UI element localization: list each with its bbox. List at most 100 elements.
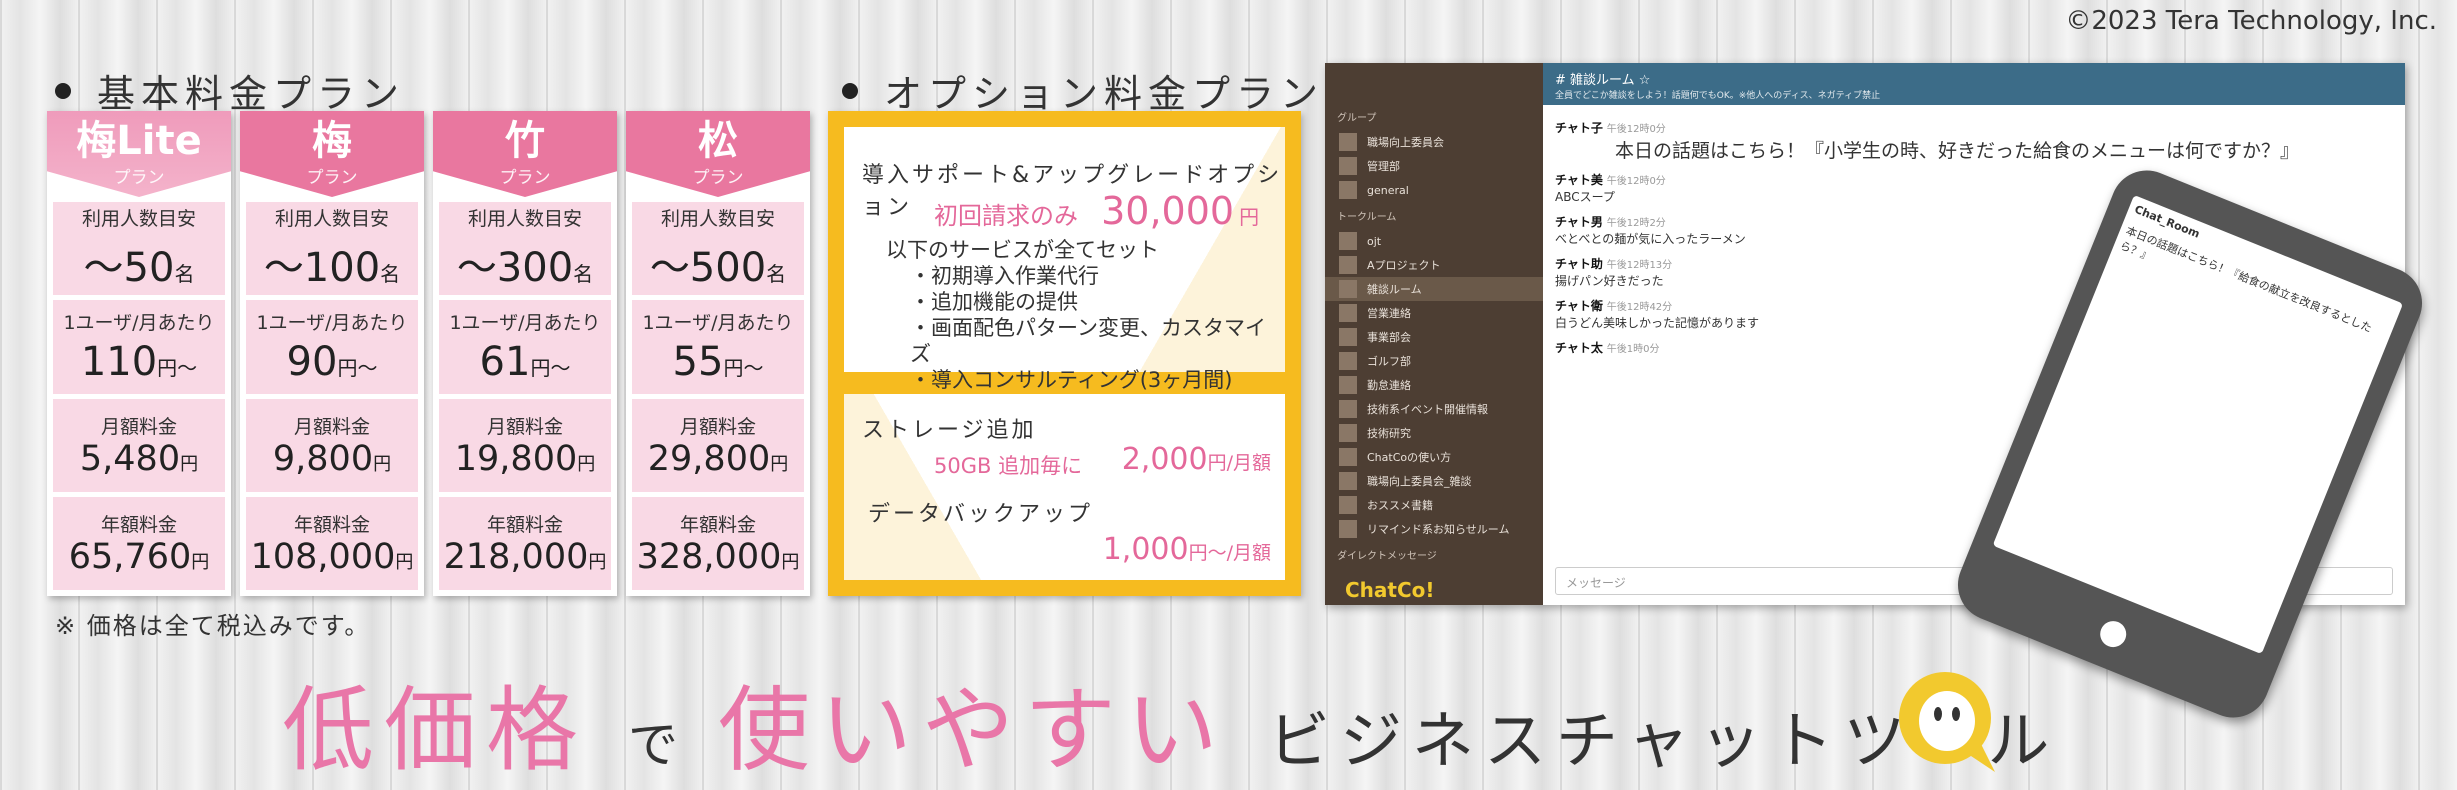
avatar (1339, 232, 1357, 250)
yearly-cell: 年額料金 218,000円 (439, 496, 611, 590)
avatar (1339, 328, 1357, 346)
monthly-cell: 月額料金 9,800円 (246, 398, 418, 492)
sidebar-item[interactable]: 営業連絡 (1325, 301, 1543, 325)
yearly-price: 218,000 (443, 536, 589, 577)
sidebar-item[interactable]: 事業部会 (1325, 325, 1543, 349)
sidebar-dm-label: ダイレクトメッセージ (1337, 551, 1437, 562)
support-price-row: 初回請求のみ 30,000 円 (934, 189, 1260, 233)
plan-header: 梅 プラン (240, 111, 424, 197)
plan-ume-lite: 梅Lite プラン 利用人数目安 ～50名 1ユーザ/月あたり 110円〜 月額料金… (47, 111, 231, 596)
list-item: ・導入コンサルティング(3ヶ月間) (910, 368, 1233, 392)
sidebar: グループ 職場向上委員会 管理部 general トークルーム ojt Aプロジ… (1325, 63, 1543, 605)
sidebar-item[interactable]: 管理部 (1325, 154, 1543, 178)
monthly-cell: 月額料金 5,480円 (53, 398, 225, 492)
users-cell: 利用人数目安 ～500名 (632, 202, 804, 296)
users-cell: 利用人数目安 ～100名 (246, 202, 418, 296)
users-cell: 利用人数目安 ～50名 (53, 202, 225, 296)
users-value: ～50 (83, 245, 175, 292)
tax-note: ※ 価格は全て税込みです。 (55, 612, 371, 640)
backup-title: データバックアップ (868, 502, 1094, 527)
unit-price: 61 (479, 339, 531, 386)
monthly-cell: 月額料金 19,800円 (439, 398, 611, 492)
sidebar-item[interactable]: 技術系イベント開催情報 (1325, 397, 1543, 421)
backup-price: 1,000 (1102, 532, 1189, 567)
sidebar-item-selected[interactable]: 雑談ルーム (1325, 277, 1543, 301)
sidebar-item[interactable]: 職場向上委員会_雑談 (1325, 469, 1543, 493)
support-price: 30,000 (1101, 189, 1235, 233)
plan-name: 竹 (505, 118, 545, 164)
avatar (1339, 157, 1357, 175)
plan-name: 梅 (312, 118, 352, 164)
unit-price: 110 (80, 339, 158, 386)
plan-matsu: 松 プラン 利用人数目安 ～500名 1ユーザ/月あたり 55円〜 月額料金 29,8… (626, 111, 810, 596)
sidebar-item[interactable]: 勤怠連絡 (1325, 373, 1543, 397)
sidebar-item[interactable]: ChatCoの使い方 (1325, 445, 1543, 469)
tagline-low-price: 低価格 (282, 677, 589, 784)
yearly-cell: 年額料金 328,000円 (632, 496, 804, 590)
list-item: ・初期導入作業代行 (910, 264, 1099, 288)
sidebar-item[interactable]: リマインド系お知らせルーム (1325, 517, 1543, 541)
plan-sub: プラン (692, 168, 744, 188)
avatar (1339, 448, 1357, 466)
yearly-price: 65,760 (68, 536, 192, 577)
sidebar-talkroom-label: トークルーム (1337, 212, 1397, 223)
basic-plan-title: 基本料金プラン (55, 63, 405, 118)
bullet-icon (55, 82, 71, 99)
plan-sub: プラン (306, 168, 358, 188)
monthly-price: 9,800 (272, 438, 374, 479)
unit-price: 90 (286, 339, 338, 386)
sidebar-item[interactable]: おススメ書籍 (1325, 493, 1543, 517)
users-value: ～500 (649, 245, 767, 292)
storage-title: ストレージ追加 (862, 418, 1037, 443)
users-cell: 利用人数目安 ～300名 (439, 202, 611, 296)
plan-sub: プラン (499, 168, 551, 188)
avatar (1339, 181, 1357, 199)
sidebar-group-label: グループ (1337, 113, 1377, 124)
plan-ume: 梅 プラン 利用人数目安 ～100名 1ユーザ/月あたり 90円〜 月額料金 9,80… (240, 111, 424, 596)
channel-header: # 雑談ルーム ☆ 全員でどこか雑談をしよう！話題何でもOK。※他人へのディス、… (1543, 63, 2405, 105)
sidebar-item[interactable]: general (1325, 178, 1543, 202)
monthly-cell: 月額料金 29,800円 (632, 398, 804, 492)
sidebar-item[interactable]: Aプロジェクト (1325, 253, 1543, 277)
monthly-price: 19,800 (454, 438, 578, 479)
tagline-easy: 使いやすい (718, 677, 1229, 784)
unit-price-cell: 1ユーザ/月あたり 55円〜 (632, 300, 804, 394)
option-panel: 導入サポート&アップグレードオプション 初回請求のみ 30,000 円 以下のサ… (828, 111, 1301, 596)
avatar (1339, 520, 1357, 538)
plan-take: 竹 プラン 利用人数目安 ～300名 1ユーザ/月あたり 61円〜 月額料金 19,8… (433, 111, 617, 596)
list-item: ・画面配色パターン変更、カスタマイズ (910, 316, 1266, 366)
service-intro: 以下のサービスが全てセット (886, 238, 1159, 262)
unit-price-cell: 1ユーザ/月あたり 90円〜 (246, 300, 418, 394)
sidebar-item[interactable]: ゴルフ部 (1325, 349, 1543, 373)
sidebar-item[interactable]: 職場向上委員会 (1325, 130, 1543, 154)
avatar (1339, 424, 1357, 442)
yearly-price: 108,000 (250, 536, 396, 577)
bullet-icon (842, 82, 858, 99)
home-button (2096, 617, 2131, 651)
message: チャト美 午後12時0分 ABCスープ (1555, 173, 1666, 204)
avatar (1339, 133, 1357, 151)
yearly-price: 328,000 (636, 536, 782, 577)
avatar (1339, 352, 1357, 370)
sidebar-item[interactable]: ojt (1325, 229, 1543, 253)
chatco-logo-icon (1899, 672, 1995, 772)
channel-desc: 全員でどこか雑談をしよう！話題何でもOK。※他人へのディス、ネガティブ禁止 (1555, 91, 1881, 101)
message: チャト子 午後12時0分 本日の話題はこちら！『小学生の時、好きだった給食のメニュ… (1555, 121, 2300, 162)
avatar (1339, 472, 1357, 490)
service-list: 以下のサービスが全てセット ・初期導入作業代行 ・追加機能の提供 ・画面配色パタ… (886, 237, 1285, 393)
chatco-logo: ChatCo! (1345, 578, 1435, 602)
users-value: ～100 (263, 245, 381, 292)
tagline-de: で (628, 716, 679, 774)
sidebar-item[interactable]: 技術研究 (1325, 421, 1543, 445)
plan-header: 竹 プラン (433, 111, 617, 197)
monthly-price: 5,480 (79, 438, 181, 479)
channel-title: # 雑談ルーム ☆ (1555, 73, 1651, 88)
unit-price-cell: 1ユーザ/月あたり 110円〜 (53, 300, 225, 394)
avatar (1339, 496, 1357, 514)
plan-table: 梅Lite プラン 利用人数目安 ～50名 1ユーザ/月あたり 110円〜 月額料金… (47, 111, 810, 596)
avatar (1339, 256, 1357, 274)
monthly-price: 29,800 (647, 438, 771, 479)
option-plan-title: オプション料金プラン (842, 63, 1324, 118)
yearly-cell: 年額料金 108,000円 (246, 496, 418, 590)
plan-name: 梅Lite (76, 118, 202, 164)
